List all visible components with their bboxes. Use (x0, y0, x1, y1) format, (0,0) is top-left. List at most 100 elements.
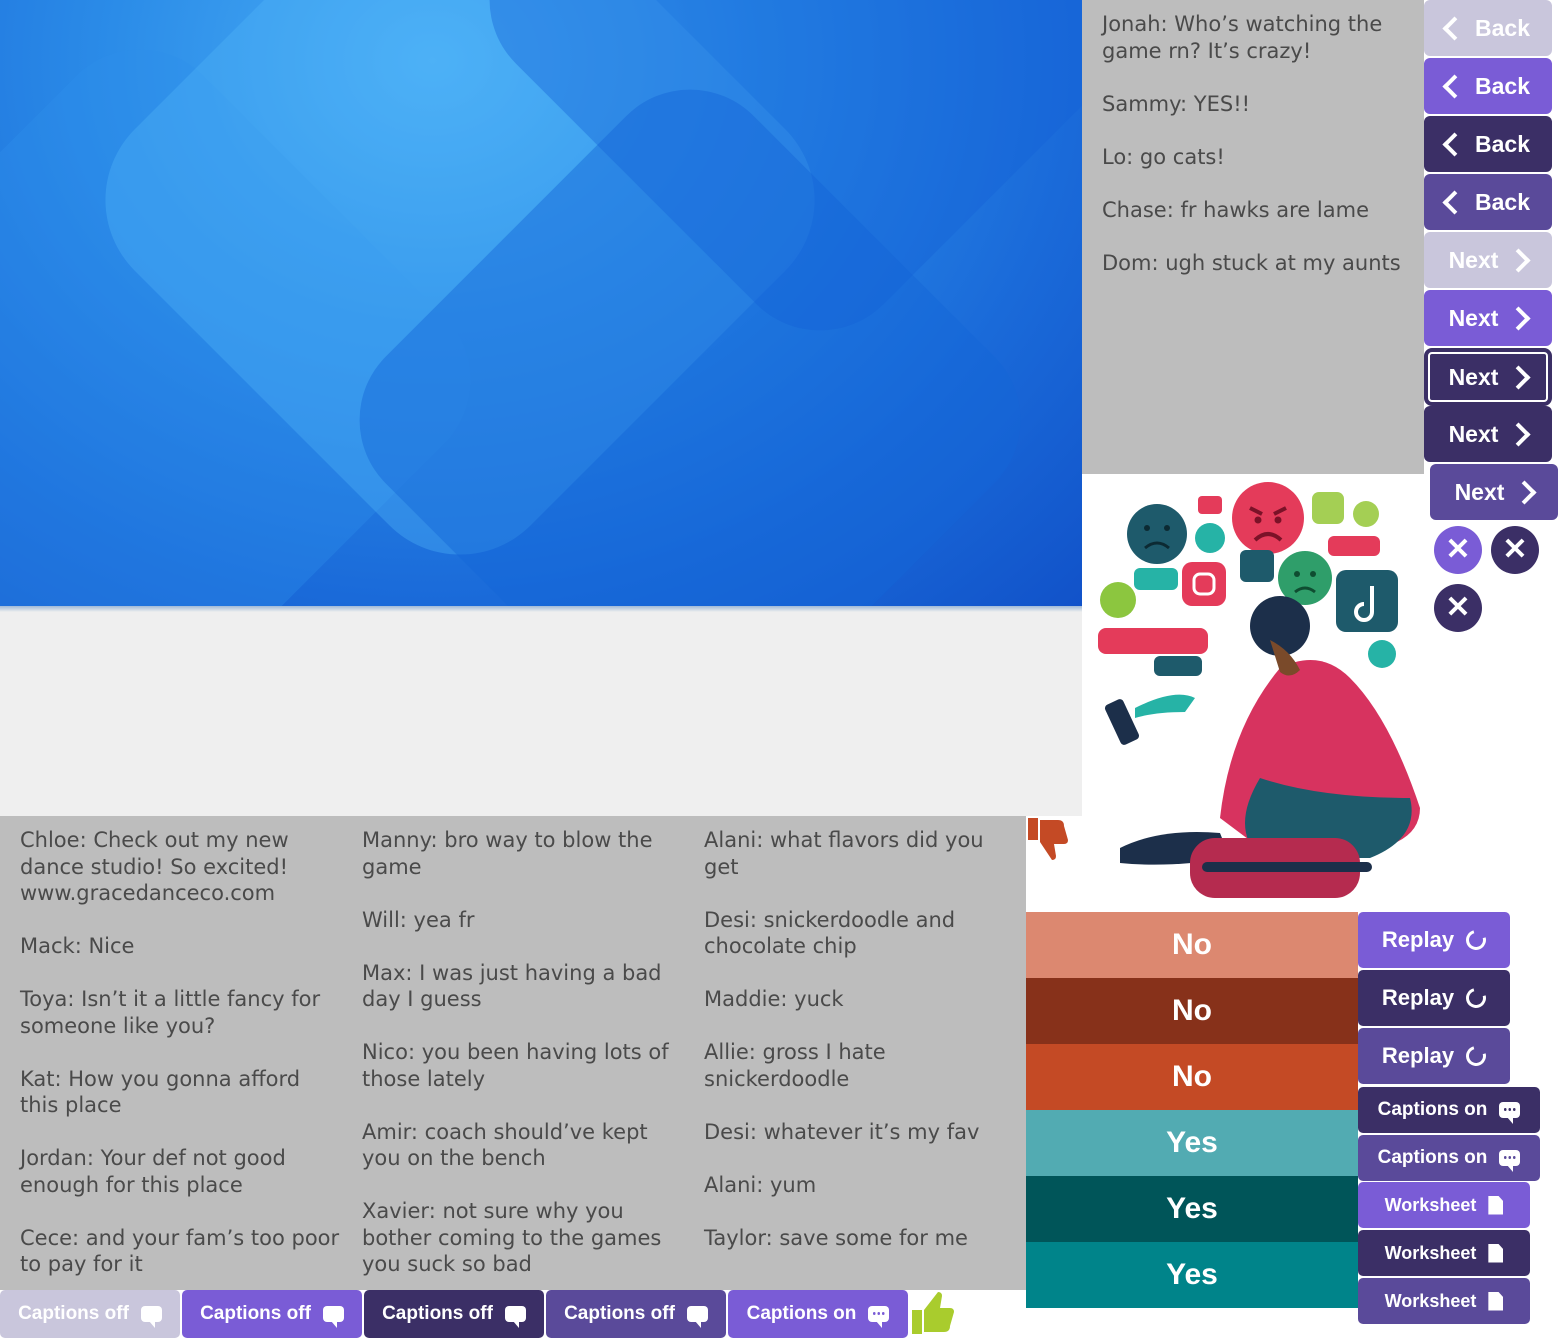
chat-message: Allie: gross I hate snickerdoodle (704, 1040, 886, 1091)
close-button[interactable]: ✕ (1434, 584, 1482, 632)
chat-message: Dom: ugh stuck at my aunts (1102, 250, 1401, 275)
worksheet-label: Worksheet (1384, 1242, 1477, 1263)
content-band (0, 612, 1082, 816)
chat-message: Will: yea fr (362, 907, 475, 932)
back-label: Back (1475, 72, 1530, 99)
chat-message: Desi: whatever it’s my fav (704, 1119, 980, 1144)
answer-yes-button[interactable]: Yes (1026, 1242, 1358, 1308)
worksheet-label: Worksheet (1384, 1290, 1477, 1311)
answer-label: Yes (1166, 1192, 1218, 1225)
chat-message: Manny: bro way to blow the game (362, 828, 653, 879)
replay-label: Replay (1381, 1043, 1455, 1068)
captions-on-button[interactable]: Captions on (1358, 1087, 1540, 1133)
next-button[interactable]: Next (1424, 232, 1552, 288)
chat-message: Cece: and your fam’s too poor to pay for… (20, 1225, 340, 1277)
chat-message: Amir: coach should’ve kept you on the be… (362, 1119, 648, 1171)
replay-label: Replay (1381, 927, 1455, 952)
chat-message: Max: I was just having a bad day I guess (362, 960, 662, 1012)
back-button[interactable]: Back (1424, 116, 1552, 172)
chevron-right-icon (1506, 364, 1531, 390)
chevron-left-icon (1442, 189, 1467, 215)
replay-icon (1462, 984, 1490, 1012)
captions-label: Captions off (564, 1303, 675, 1324)
document-icon (1488, 1291, 1504, 1311)
worksheet-button[interactable]: Worksheet (1358, 1182, 1530, 1228)
back-button[interactable]: Back (1424, 0, 1552, 56)
captions-off-button[interactable]: Captions off (0, 1290, 180, 1338)
answer-no-button[interactable]: No (1026, 1044, 1358, 1110)
chat-message: Nico: you been having lots of those late… (362, 1040, 669, 1091)
replay-button[interactable]: Replay (1358, 1028, 1510, 1084)
captions-off-button[interactable]: Captions off (182, 1290, 362, 1338)
answer-label: Yes (1166, 1126, 1218, 1159)
thumbs-up-icon[interactable] (910, 1290, 956, 1336)
answer-label: Yes (1166, 1258, 1218, 1291)
replay-button[interactable]: Replay (1358, 912, 1510, 968)
close-icon: ✕ (1502, 533, 1528, 566)
chevron-left-icon (1442, 15, 1467, 41)
answer-label: No (1172, 928, 1212, 961)
answer-yes-button[interactable]: Yes (1026, 1176, 1358, 1242)
chat-message: Chase: fr hawks are lame (1102, 197, 1370, 222)
chevron-right-icon (1506, 247, 1531, 273)
next-button[interactable]: Next (1430, 464, 1558, 520)
chat-message: Toya: Isn’t it a little fancy for someon… (20, 987, 321, 1038)
chat-bubble-icon (868, 1306, 890, 1328)
close-icon: ✕ (1445, 533, 1471, 566)
chat-message: Chloe: Check out my new dance studio! So… (20, 828, 289, 905)
next-button[interactable]: Next (1424, 406, 1552, 462)
next-button-focused[interactable]: Next (1426, 350, 1550, 404)
close-button[interactable]: ✕ (1434, 526, 1482, 574)
social-media-illustration (1090, 478, 1420, 908)
next-button[interactable]: Next (1424, 290, 1552, 346)
chevron-right-icon (1506, 305, 1531, 331)
chat-message: Jonah: Who’s watching the game rn? It’s … (1102, 12, 1383, 63)
document-icon (1488, 1195, 1504, 1215)
next-label: Next (1448, 304, 1499, 331)
chat-message: Mack: Nice (20, 934, 135, 958)
answer-label: No (1172, 1060, 1212, 1093)
worksheet-button[interactable]: Worksheet (1358, 1278, 1530, 1324)
chat-message: Kat: How you gonna afford this place (20, 1066, 301, 1118)
answer-no-button[interactable]: No (1026, 912, 1358, 978)
chat-message: Desi: snickerdoodle and chocolate chip (704, 907, 956, 959)
captions-off-button[interactable]: Captions off (364, 1290, 544, 1338)
replay-button[interactable]: Replay (1358, 970, 1510, 1026)
chat-bubble-icon (686, 1306, 708, 1328)
chat-column-3: Alani: what flavors did you get Desi: sn… (704, 827, 1024, 1278)
chat-message: Maddie: yuck (704, 987, 844, 1011)
captions-off-button[interactable]: Captions off (546, 1290, 726, 1338)
answer-no-button[interactable]: No (1026, 978, 1358, 1044)
chat-columns-panel: Chloe: Check out my new dance studio! So… (0, 816, 1026, 1290)
back-button[interactable]: Back (1424, 58, 1552, 114)
chat-column-1: Chloe: Check out my new dance studio! So… (20, 827, 340, 1304)
hero-background (0, 0, 1082, 608)
worksheet-button[interactable]: Worksheet (1358, 1230, 1530, 1276)
document-icon (1488, 1243, 1504, 1263)
captions-on-button[interactable]: Captions on (1358, 1135, 1540, 1181)
thumbs-down-icon[interactable] (1026, 816, 1070, 860)
answer-yes-button[interactable]: Yes (1026, 1110, 1358, 1176)
chat-message: Xavier: not sure why you bother coming t… (362, 1199, 662, 1276)
replay-icon (1462, 1042, 1490, 1070)
worksheet-label: Worksheet (1384, 1194, 1477, 1215)
chat-message: Jordan: Your def not good enough for thi… (20, 1146, 286, 1197)
replay-label: Replay (1381, 985, 1455, 1010)
captions-on-button[interactable]: Captions on (728, 1290, 908, 1338)
replay-icon (1462, 926, 1490, 954)
close-button[interactable]: ✕ (1491, 526, 1539, 574)
chat-bubble-icon (322, 1306, 344, 1328)
next-label: Next (1448, 420, 1499, 447)
captions-label: Captions off (382, 1303, 493, 1324)
chat-message: Lo: go cats! (1102, 144, 1225, 169)
captions-label: Captions off (200, 1303, 311, 1324)
captions-label: Captions off (18, 1303, 129, 1324)
chevron-left-icon (1442, 131, 1467, 157)
chat-bubble-icon (504, 1306, 526, 1328)
chat-message: Alani: what flavors did you get (704, 828, 984, 879)
answer-label: No (1172, 994, 1212, 1027)
back-label: Back (1475, 14, 1530, 41)
chat-message: Alani: yum (704, 1172, 817, 1197)
chat-message: Taylor: save some for me (704, 1225, 968, 1250)
back-button[interactable]: Back (1424, 174, 1552, 230)
